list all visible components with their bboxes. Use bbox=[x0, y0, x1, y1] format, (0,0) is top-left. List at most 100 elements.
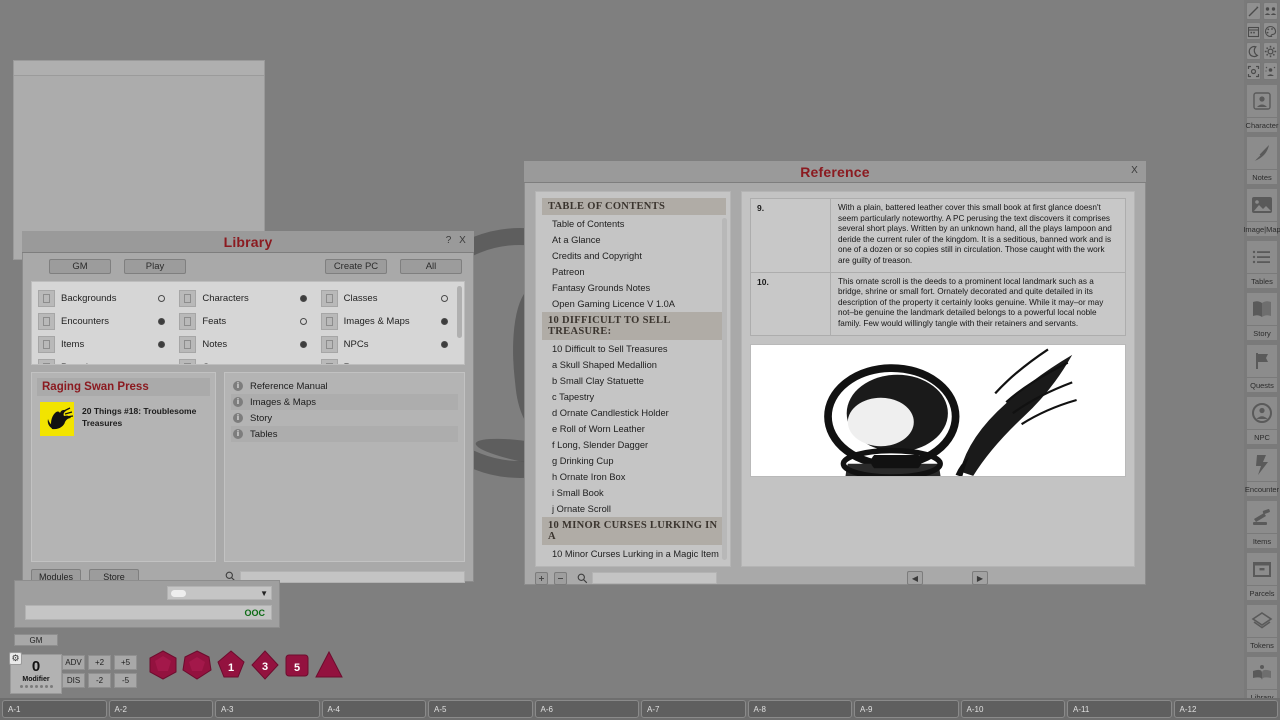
die-d20[interactable] bbox=[148, 650, 178, 680]
toc-item-ogl[interactable]: Open Gaming Licence V 1.0A bbox=[542, 296, 726, 312]
die-d10[interactable]: 1 bbox=[216, 650, 246, 680]
reference-titlebar[interactable]: Reference X bbox=[524, 161, 1146, 183]
sidebar-item-npc[interactable]: NPC bbox=[1247, 397, 1277, 444]
category-toggle[interactable] bbox=[441, 364, 448, 365]
category-toggle[interactable] bbox=[158, 364, 165, 365]
taskbar-item-a3[interactable]: A-3 bbox=[215, 700, 320, 718]
taskbar-item-a6[interactable]: A-6 bbox=[535, 700, 640, 718]
toc-item-table-of-contents[interactable]: Table of Contents bbox=[542, 216, 726, 232]
toc-item-g-drinking-cup[interactable]: g Drinking Cup bbox=[542, 453, 726, 469]
library-titlebar[interactable]: Library ? X bbox=[22, 231, 474, 253]
reference-close-button[interactable]: X bbox=[1128, 164, 1141, 177]
sidebar-item-character[interactable]: Character bbox=[1247, 85, 1277, 132]
sidebar-item-library[interactable]: Library bbox=[1247, 657, 1277, 704]
category-toggle[interactable] bbox=[158, 341, 165, 348]
library-tab-gm[interactable]: GM bbox=[49, 259, 111, 274]
taskbar-item-a2[interactable]: A-2 bbox=[109, 700, 214, 718]
category-items[interactable]: Items bbox=[38, 333, 175, 356]
minus-2-button[interactable]: -2 bbox=[88, 673, 111, 688]
die-d8[interactable]: 3 bbox=[250, 650, 280, 680]
toc-item-b-clay-statuette[interactable]: b Small Clay Statuette bbox=[542, 373, 726, 389]
plus-2-button[interactable]: +2 bbox=[88, 655, 111, 670]
toc-scrollbar[interactable] bbox=[722, 218, 727, 560]
toc-item-h-ornate-iron-box[interactable]: h Ornate Iron Box bbox=[542, 469, 726, 485]
toc-item-i-small-book[interactable]: i Small Book bbox=[542, 485, 726, 501]
category-backgrounds[interactable]: Backgrounds bbox=[38, 287, 175, 310]
toc-item-c-tapestry[interactable]: c Tapestry bbox=[542, 389, 726, 405]
taskbar-item-a7[interactable]: A-7 bbox=[641, 700, 746, 718]
category-races[interactable]: Races bbox=[321, 356, 458, 365]
moon-icon[interactable] bbox=[1246, 42, 1261, 60]
party-icon[interactable] bbox=[1263, 2, 1278, 20]
scrollbar-thumb[interactable] bbox=[457, 286, 462, 338]
library-category-list[interactable]: Backgrounds Characters Classes bbox=[31, 281, 465, 365]
library-close-button[interactable]: X bbox=[456, 234, 469, 247]
category-toggle[interactable] bbox=[158, 295, 165, 302]
library-tab-play[interactable]: Play bbox=[124, 259, 186, 274]
library-help-button[interactable]: ? bbox=[442, 234, 455, 247]
record-reference-manual[interactable]: i Reference Manual bbox=[231, 378, 458, 394]
chevron-down-icon[interactable]: ▼ bbox=[260, 589, 268, 598]
category-characters[interactable]: Characters bbox=[179, 287, 316, 310]
remove-entry-button[interactable] bbox=[554, 572, 567, 585]
die-d4[interactable] bbox=[314, 650, 344, 680]
record-tables[interactable]: i Tables bbox=[231, 426, 458, 442]
toc-item-e-worn-leather[interactable]: e Roll of Worn Leather bbox=[542, 421, 726, 437]
toc-item-f-slender-dagger[interactable]: f Long, Slender Dagger bbox=[542, 437, 726, 453]
category-npcs[interactable]: NPCs bbox=[321, 333, 458, 356]
toc-item-credits[interactable]: Credits and Copyright bbox=[542, 248, 726, 264]
category-parcels[interactable]: Parcels bbox=[38, 356, 175, 365]
category-feats[interactable]: Feats bbox=[179, 310, 316, 333]
palette-icon[interactable] bbox=[1263, 22, 1278, 40]
toc-item-fg-notes[interactable]: Fantasy Grounds Notes bbox=[542, 280, 726, 296]
library-tab-all[interactable]: All bbox=[400, 259, 462, 274]
die-d6[interactable]: 5 bbox=[284, 652, 310, 678]
sidebar-item-encounter[interactable]: Encounter bbox=[1247, 449, 1277, 496]
toc-item-10-minor-curses[interactable]: 10 Minor Curses Lurking in a Magic Item bbox=[542, 546, 726, 562]
category-classes[interactable]: Classes bbox=[321, 287, 458, 310]
toc-item-d-candlestick[interactable]: d Ornate Candlestick Holder bbox=[542, 405, 726, 421]
sidebar-item-items[interactable]: Items bbox=[1247, 501, 1277, 548]
module-entry[interactable]: 20 Things #18: Troublesome Treasures bbox=[37, 402, 210, 436]
sidebar-item-quests[interactable]: Quests bbox=[1247, 345, 1277, 392]
target-icon[interactable] bbox=[1246, 62, 1261, 80]
prev-page-button[interactable]: ◀ bbox=[907, 571, 923, 585]
record-story[interactable]: i Story bbox=[231, 410, 458, 426]
toc-item-at-a-glance[interactable]: At a Glance bbox=[542, 232, 726, 248]
sidebar-item-image-map[interactable]: Image|Map bbox=[1247, 189, 1277, 236]
record-images-maps[interactable]: i Images & Maps bbox=[231, 394, 458, 410]
taskbar-item-a8[interactable]: A-8 bbox=[748, 700, 853, 718]
toc-item-patreon[interactable]: Patreon bbox=[542, 264, 726, 280]
sidebar-item-parcels[interactable]: Parcels bbox=[1247, 553, 1277, 600]
sidebar-item-tokens[interactable]: Tokens bbox=[1247, 605, 1277, 652]
sidebar-item-notes[interactable]: Notes bbox=[1247, 137, 1277, 184]
minus-5-button[interactable]: -5 bbox=[114, 673, 137, 688]
category-toggle[interactable] bbox=[300, 318, 307, 325]
category-notes[interactable]: Notes bbox=[179, 333, 316, 356]
category-toggle[interactable] bbox=[300, 364, 307, 365]
ooc-badge[interactable]: OOC bbox=[244, 608, 265, 618]
taskbar-item-a11[interactable]: A-11 bbox=[1067, 700, 1172, 718]
chat-input[interactable]: OOC bbox=[25, 605, 272, 620]
reference-search-input[interactable] bbox=[592, 572, 717, 584]
taskbar-item-a5[interactable]: A-5 bbox=[428, 700, 533, 718]
calendar-icon[interactable] bbox=[1246, 22, 1261, 40]
identity-gm-tab[interactable]: GM bbox=[14, 634, 58, 646]
toc-item-10-difficult[interactable]: 10 Difficult to Sell Treasures bbox=[542, 341, 726, 357]
category-toggle[interactable] bbox=[300, 341, 307, 348]
sword-icon[interactable] bbox=[1246, 2, 1261, 20]
category-toggle[interactable] bbox=[441, 295, 448, 302]
category-encounters[interactable]: Encounters bbox=[38, 310, 175, 333]
taskbar-item-a1[interactable]: A-1 bbox=[2, 700, 107, 718]
category-toggle[interactable] bbox=[158, 318, 165, 325]
category-toggle[interactable] bbox=[441, 318, 448, 325]
category-toggle[interactable] bbox=[300, 295, 307, 302]
toc-item-j-ornate-scroll[interactable]: j Ornate Scroll bbox=[542, 501, 726, 517]
table-of-contents-panel[interactable]: TABLE OF CONTENTS Table of Contents At a… bbox=[535, 191, 731, 567]
effects-icon[interactable] bbox=[1263, 62, 1278, 80]
category-images-maps[interactable]: Images & Maps bbox=[321, 310, 458, 333]
dis-button[interactable]: DIS bbox=[62, 673, 85, 688]
add-entry-button[interactable] bbox=[535, 572, 548, 585]
gear-icon[interactable]: ⚙ bbox=[9, 652, 22, 665]
category-toggle[interactable] bbox=[441, 341, 448, 348]
